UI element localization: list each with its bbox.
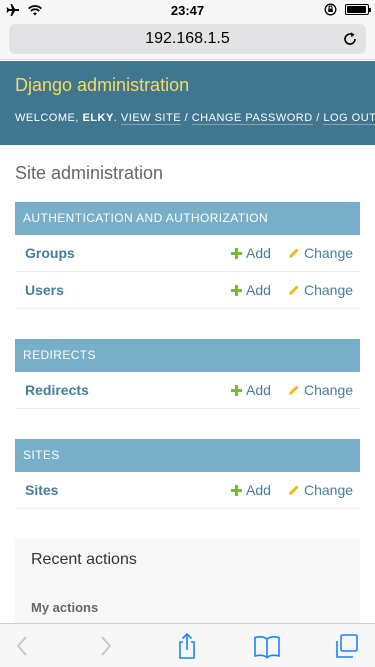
main-content: Site administration AUTHENTICATION AND A… — [15, 163, 360, 539]
battery-icon — [345, 4, 371, 15]
pencil-icon — [289, 485, 299, 495]
site-branding[interactable]: Django administration — [15, 75, 360, 96]
add-label: Add — [246, 382, 271, 398]
plus-icon — [231, 484, 242, 496]
add-label: Add — [246, 245, 271, 261]
address-text: 192.168.1.5 — [145, 30, 230, 47]
change-label: Change — [304, 245, 354, 261]
change-link-redirects[interactable]: Change — [288, 382, 353, 398]
page-title: Site administration — [15, 163, 164, 183]
add-label: Add — [246, 482, 271, 498]
separator: / — [312, 112, 324, 124]
status-bar: 23:47 — [0, 0, 375, 20]
bookmarks-icon[interactable] — [252, 631, 282, 661]
user-tools: WELCOME, ELKY. VIEW SITE / CHANGE PASSWO… — [15, 112, 375, 125]
recent-actions-title: Recent actions — [31, 551, 137, 568]
model-link-groups[interactable]: Groups — [25, 245, 75, 261]
add-label: Add — [246, 282, 271, 298]
model-row-redirects: Redirects Add Change — [15, 372, 360, 409]
add-link-users[interactable]: Add — [231, 282, 271, 298]
view-site-link[interactable]: VIEW SITE — [120, 112, 182, 125]
module-auth: AUTHENTICATION AND AUTHORIZATION Groups … — [15, 202, 360, 309]
page: 23:47 192.168.1.5 Django administration … — [0, 0, 375, 667]
add-link-groups[interactable]: Add — [231, 245, 271, 261]
module-caption[interactable]: REDIRECTS — [15, 339, 360, 372]
plus-icon — [231, 284, 242, 296]
model-row-sites: Sites Add Change — [15, 472, 360, 509]
rotation-lock-icon — [324, 3, 337, 16]
change-link-groups[interactable]: Change — [288, 245, 353, 261]
module-caption[interactable]: AUTHENTICATION AND AUTHORIZATION — [15, 202, 360, 235]
model-row-users: Users Add Change — [15, 272, 360, 309]
reload-icon[interactable] — [342, 31, 358, 47]
status-time: 23:47 — [170, 3, 205, 18]
change-link-users[interactable]: Change — [288, 282, 353, 298]
separator: / — [181, 112, 192, 124]
change-label: Change — [304, 382, 354, 398]
add-link-sites[interactable]: Add — [231, 482, 271, 498]
share-icon[interactable] — [172, 631, 202, 661]
pencil-icon — [289, 285, 299, 295]
change-label: Change — [304, 282, 354, 298]
django-header: Django administration WELCOME, ELKY. VIE… — [0, 61, 375, 145]
change-link-sites[interactable]: Change — [288, 482, 353, 498]
browser-toolbar — [0, 623, 375, 667]
plus-icon — [231, 384, 242, 396]
model-link-sites[interactable]: Sites — [25, 482, 58, 498]
module-redirects: REDIRECTS Redirects Add Change — [15, 339, 360, 409]
change-password-link[interactable]: CHANGE PASSWORD — [191, 112, 313, 125]
forward-icon[interactable] — [90, 631, 120, 661]
welcome-text: WELCOME, — [15, 112, 83, 124]
browser-address-area: 192.168.1.5 — [0, 20, 375, 60]
add-link-redirects[interactable]: Add — [231, 382, 271, 398]
pencil-icon — [289, 385, 299, 395]
pencil-icon — [289, 248, 299, 258]
change-label: Change — [304, 482, 354, 498]
plus-icon — [231, 247, 242, 259]
back-icon[interactable] — [8, 631, 38, 661]
module-caption[interactable]: SITES — [15, 439, 360, 472]
logout-link[interactable]: LOG OUT — [323, 112, 375, 125]
model-row-groups: Groups Add Change — [15, 235, 360, 272]
module-sites: SITES Sites Add Change — [15, 439, 360, 509]
model-link-users[interactable]: Users — [25, 282, 64, 298]
tabs-icon[interactable] — [332, 631, 362, 661]
model-link-redirects[interactable]: Redirects — [25, 382, 89, 398]
my-actions-title: My actions — [31, 600, 99, 615]
username: ELKY — [82, 112, 114, 124]
address-bar[interactable]: 192.168.1.5 — [9, 24, 366, 54]
